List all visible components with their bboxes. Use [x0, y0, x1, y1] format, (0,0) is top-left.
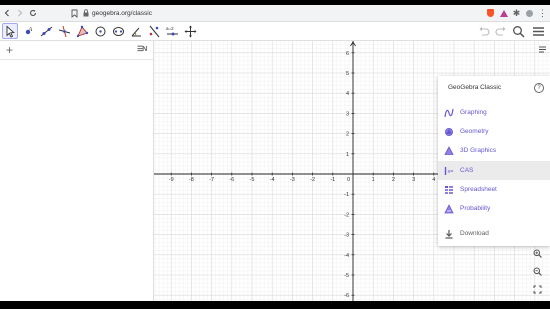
spreadsheet-icon — [444, 185, 454, 195]
undo-icon[interactable] — [476, 23, 492, 39]
polygon-tool-icon[interactable] — [74, 23, 90, 39]
x-tick-label: -5 — [250, 177, 255, 183]
lock-icon[interactable] — [81, 7, 90, 19]
y-tick-label: -5 — [344, 273, 349, 279]
menu-item-label: CAS — [460, 167, 474, 174]
menu-item-label: Geometry — [460, 128, 489, 135]
bookmark-icon[interactable] — [69, 7, 79, 19]
x-tick-label: 3 — [412, 177, 415, 183]
geometry-icon — [444, 127, 454, 137]
move-graphics-view-tool-icon[interactable] — [182, 23, 198, 39]
menu-item-graphing[interactable]: Graphing — [438, 103, 550, 122]
algebra-view-menu-icon[interactable]: ☰N — [137, 45, 147, 53]
menu-item-label: Probability — [460, 205, 491, 212]
menu-item-cas[interactable]: x= CAS — [438, 161, 550, 180]
style-bar-toggle-icon[interactable] — [536, 43, 548, 55]
x-tick-label: -7 — [209, 177, 214, 183]
svg-text:a=2: a=2 — [166, 26, 174, 31]
y-tick-label: -1 — [344, 192, 349, 198]
y-tick-label: 6 — [346, 51, 349, 57]
zoom-in-icon[interactable] — [531, 247, 543, 259]
x-tick-label: 4 — [432, 177, 435, 183]
hamburger-menu-icon[interactable] — [530, 23, 546, 39]
x-tick-label: -3 — [290, 177, 295, 183]
menu-item-probability[interactable]: Probability — [438, 199, 550, 218]
slider-tool-icon[interactable]: a=2 — [164, 23, 180, 39]
y-tick-label: 2 — [346, 132, 349, 138]
geogebra-toolbar: A a=2 — [0, 22, 550, 41]
menu-item-download[interactable]: Download — [438, 224, 550, 243]
angle-tool-icon[interactable] — [128, 23, 144, 39]
browser-menu-icon[interactable]: ⋮ — [537, 7, 548, 19]
menu-item-label: Spreadsheet — [460, 186, 497, 193]
menu-item-label: Graphing — [460, 109, 487, 116]
x-tick-label: -8 — [189, 177, 194, 183]
x-tick-label: -2 — [310, 177, 315, 183]
x-tick-label: 2 — [392, 177, 395, 183]
x-tick-label: 1 — [372, 177, 375, 183]
app-switcher-menu: GeoGebra Classic ? Graphing Geometry 3D … — [438, 76, 550, 246]
y-tick-label: 1 — [346, 152, 349, 158]
line-tool-icon[interactable] — [38, 23, 54, 39]
svg-text:A: A — [27, 27, 32, 33]
algebra-input-row[interactable]: + ☰N — [0, 41, 153, 60]
3d-graphics-icon — [444, 145, 454, 156]
zoom-out-icon[interactable] — [531, 265, 543, 277]
brave-shield-icon[interactable] — [485, 7, 496, 19]
cas-icon: x= — [444, 166, 454, 176]
menu-item-spreadsheet[interactable]: Spreadsheet — [438, 180, 550, 199]
ellipse-tool-icon[interactable] — [110, 23, 126, 39]
y-tick-label: 4 — [346, 91, 349, 97]
x-tick-label: -9 — [169, 177, 174, 183]
address-bar-url[interactable]: geogebra.org/classic — [92, 10, 152, 17]
graphing-icon — [444, 108, 454, 118]
back-arrow-icon[interactable] — [0, 6, 13, 20]
y-tick-label: -6 — [344, 293, 349, 299]
profile-avatar-icon[interactable] — [524, 7, 535, 19]
menu-item-3d-graphics[interactable]: 3D Graphics — [438, 141, 550, 160]
y-tick-label: -2 — [344, 212, 349, 218]
help-icon[interactable]: ? — [534, 83, 544, 93]
x-tick-label: -4 — [270, 177, 275, 183]
x-tick-label: -6 — [229, 177, 234, 183]
fullscreen-icon[interactable] — [531, 283, 543, 295]
screen-bottom-border — [0, 301, 550, 309]
search-icon[interactable] — [510, 23, 526, 39]
menu-item-label: Download — [460, 230, 489, 237]
add-icon[interactable]: + — [6, 43, 13, 57]
extensions-puzzle-icon[interactable]: ✱ — [511, 7, 522, 19]
redo-icon[interactable] — [492, 23, 508, 39]
forward-arrow-icon[interactable] — [13, 6, 26, 20]
y-tick-label: 3 — [346, 111, 349, 117]
x-tick-label: 0 — [347, 177, 350, 183]
menu-item-geometry[interactable]: Geometry — [438, 122, 550, 141]
y-tick-label: -4 — [344, 253, 349, 259]
point-tool-icon[interactable]: A — [20, 23, 36, 39]
y-tick-label: 5 — [346, 71, 349, 77]
svg-text:x=: x= — [448, 169, 454, 175]
menu-item-label: 3D Graphics — [460, 147, 497, 154]
x-tick-label: -1 — [330, 177, 335, 183]
download-icon — [444, 229, 454, 239]
app-menu-title: GeoGebra Classic — [448, 84, 502, 91]
algebra-view: + ☰N — [0, 41, 154, 301]
circle-tool-icon[interactable] — [92, 23, 108, 39]
perpendicular-line-tool-icon[interactable] — [56, 23, 72, 39]
reflect-tool-icon[interactable] — [146, 23, 162, 39]
reload-icon[interactable] — [26, 6, 39, 20]
move-tool-icon[interactable] — [2, 23, 18, 39]
probability-icon — [444, 203, 454, 214]
browser-bar: geogebra.org/classic ✱ ⋮ — [0, 5, 550, 22]
y-tick-label: -3 — [344, 233, 349, 239]
brave-rewards-icon[interactable] — [498, 7, 509, 19]
